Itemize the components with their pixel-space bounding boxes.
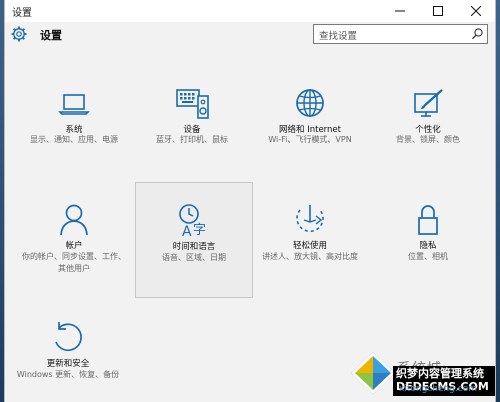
minimize-button[interactable] <box>381 0 419 22</box>
tile-network[interactable]: 网络和 Internet Wi-Fi、飞行模式、VPN <box>251 64 369 180</box>
tile-description: 位置、相机 <box>408 252 448 261</box>
maximize-icon <box>433 6 443 16</box>
gear-icon <box>11 26 27 42</box>
tile-description: 蓝牙、打印机、鼠标 <box>156 135 228 144</box>
watermark-domain: xitongcheng.com <box>399 384 477 394</box>
svg-text:字: 字 <box>193 223 206 238</box>
page-header: 设置 查找设置 <box>5 22 495 48</box>
settings-window: 设置 设置 查找设置 系统 显示、通知、应用、电源 设备 蓝牙、打印机、鼠标 网… <box>4 0 496 402</box>
tile-update-security[interactable]: 更新和安全 Windows 更新、恢复、备份 <box>9 304 127 402</box>
tile-accounts[interactable]: 帐户 你的帐户、同步设置、工作、其他用户 <box>15 182 133 298</box>
tile-privacy[interactable]: 隐私 位置、相机 <box>369 182 487 298</box>
tile-system[interactable]: 系统 显示、通知、应用、电源 <box>15 64 133 180</box>
tile-personalization[interactable]: 个性化 背景、锁屏、颜色 <box>369 64 487 180</box>
window-title: 设置 <box>12 8 32 19</box>
refresh-icon <box>55 322 82 352</box>
watermark-logo-icon <box>350 351 396 395</box>
tile-ease-of-access[interactable]: 轻松使用 讲述人、放大镜、高对比度 <box>251 182 369 298</box>
watermark-site-name: 织梦内容管理系统 <box>396 367 484 380</box>
maximize-button[interactable] <box>419 0 457 22</box>
tile-description: 你的帐户、同步设置、工作、其他用户 <box>22 252 126 273</box>
search-icon[interactable] <box>471 27 484 40</box>
globe-icon <box>296 89 324 117</box>
lock-icon <box>418 205 438 235</box>
tile-description: Windows 更新、恢复、备份 <box>16 370 120 379</box>
svg-text:A: A <box>182 224 192 239</box>
title-bar[interactable]: 设置 <box>5 0 495 22</box>
close-icon <box>471 6 481 16</box>
search-box[interactable]: 查找设置 <box>313 24 488 44</box>
close-button[interactable] <box>457 0 495 22</box>
search-input[interactable]: 查找设置 <box>319 28 357 42</box>
tile-devices[interactable]: 设备 蓝牙、打印机、鼠标 <box>133 64 251 180</box>
keyboard-speaker-icon <box>176 89 209 119</box>
person-icon <box>60 204 88 236</box>
tile-description: 显示、通知、应用、电源 <box>30 135 118 144</box>
tile-description: 语音、区域、日期 <box>162 253 226 262</box>
minimize-icon <box>395 10 405 12</box>
tile-description: 讲述人、放大镜、高对比度 <box>262 252 358 261</box>
tile-description: Wi-Fi、飞行模式、VPN <box>268 135 352 144</box>
time-language-icon: A 字 <box>179 204 206 239</box>
laptop-icon <box>58 94 90 115</box>
tile-time-language[interactable]: A 字 时间和语言 语音、区域、日期 <box>135 182 253 298</box>
tile-description: 背景、锁屏、颜色 <box>396 135 460 144</box>
paintbrush-monitor-icon <box>414 89 443 117</box>
page-title: 设置 <box>40 29 62 42</box>
ease-of-access-icon <box>296 205 324 233</box>
